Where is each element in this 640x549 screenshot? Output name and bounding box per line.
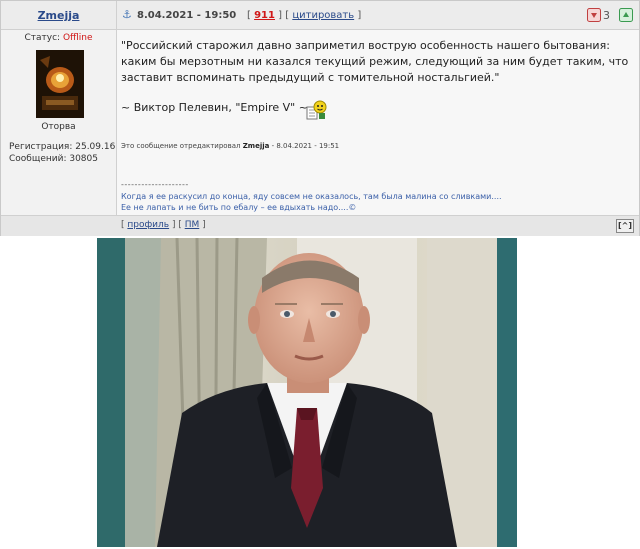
- edit-note-user: Zmejja: [242, 142, 270, 150]
- user-status: Статус: Offline: [1, 33, 116, 43]
- user-stats: Регистрация: 25.09.16 Сообщений: 30805: [9, 141, 115, 165]
- post-header: ⚓ 8.04.2021 - 19:50 [ 911 ] [ цитировать…: [117, 1, 639, 30]
- status-label: Статус:: [24, 33, 61, 43]
- edit-note: Это сообщение отредактировал Zmejja - 8.…: [121, 142, 339, 150]
- post-date: 8.04.2021 - 19:50: [137, 10, 237, 21]
- signature: Когда я ее раскусил до конца, яду совсем…: [121, 191, 502, 213]
- reply-count-link[interactable]: 911: [254, 10, 275, 21]
- post-body: "Российский старожил давно заприметил во…: [117, 30, 639, 215]
- footer-links: [ профиль ] [ ПМ ]: [121, 220, 206, 230]
- edit-note-date: - 8.04.2021 - 19:51: [271, 142, 340, 150]
- vote-down-icon[interactable]: [587, 7, 601, 22]
- post-actions: [ 911 ] [ цитировать ]: [247, 10, 362, 21]
- smiley-icon: [305, 99, 327, 125]
- quote-author: ~ Виктор Пелевин, "Empire V" ~: [121, 101, 308, 114]
- user-panel: Zmejja Статус: Offline Оторва Регистраци…: [1, 1, 117, 215]
- signature-divider: --------------------: [121, 180, 189, 189]
- post-footer: [ профиль ] [ ПМ ] [^]: [1, 215, 639, 236]
- anchor-icon[interactable]: ⚓: [122, 8, 132, 21]
- attached-photo: [97, 238, 517, 547]
- signature-line-2: Ее не лапать и не бить по ебалу – ее вды…: [121, 203, 357, 212]
- signature-line-1: Когда я ее раскусил до конца, яду совсем…: [121, 192, 502, 201]
- message-count: Сообщений: 30805: [9, 154, 98, 164]
- scroll-top-button[interactable]: [^]: [616, 219, 634, 233]
- registration-date: Регистрация: 25.09.16: [9, 142, 116, 152]
- forum-post: Zmejja Статус: Offline Оторва Регистраци…: [0, 0, 640, 236]
- avatar: [36, 50, 84, 118]
- status-value: Offline: [62, 33, 93, 43]
- post-quote: "Российский старожил давно заприметил во…: [121, 39, 629, 84]
- username-link[interactable]: Zmejja: [1, 9, 116, 22]
- profile-link[interactable]: профиль: [127, 220, 169, 230]
- user-rank: Оторва: [41, 122, 76, 132]
- username-bar: Zmejja: [1, 1, 116, 30]
- vote-count: 3: [603, 9, 610, 22]
- quote-link[interactable]: цитировать: [292, 10, 354, 21]
- vote-up-icon[interactable]: [619, 7, 633, 22]
- pm-link[interactable]: ПМ: [185, 220, 200, 230]
- edit-note-prefix: Это сообщение отредактировал: [121, 142, 241, 150]
